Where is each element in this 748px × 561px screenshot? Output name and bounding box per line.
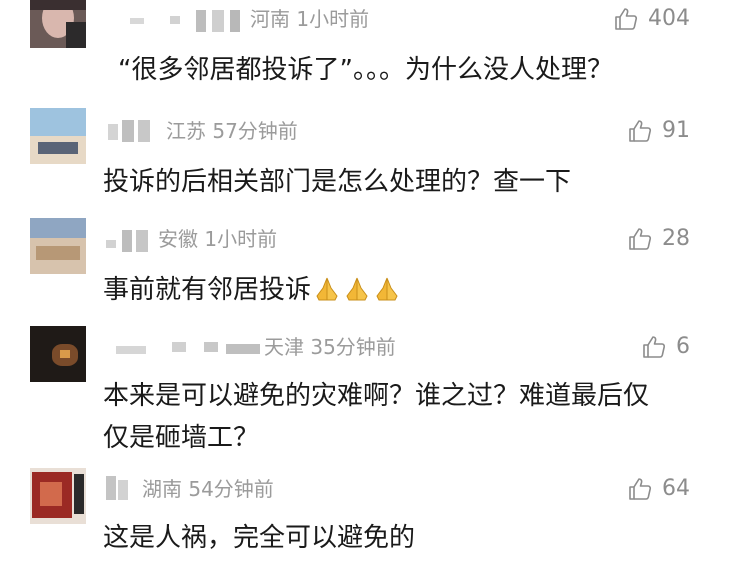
like-count: 28 (662, 226, 690, 251)
thumbs-up-icon (643, 336, 666, 358)
like-button[interactable]: 6 (643, 334, 690, 360)
comment-meta: 江苏 57分钟前 (166, 118, 298, 144)
username-blurred[interactable] (116, 338, 262, 358)
folded-hands-icon (346, 277, 368, 301)
comment-meta: 湖南 54分钟前 (142, 476, 274, 502)
thumbs-up-icon (629, 228, 652, 250)
comment-meta: 河南 1小时前 (250, 6, 369, 32)
comment-item: 安徽 1小时前 28 事前就有邻居投诉 (0, 218, 748, 318)
thumbs-up-icon (629, 120, 652, 142)
comment-meta: 安徽 1小时前 (158, 226, 277, 252)
location-label: 河南 (250, 7, 290, 31)
comment-meta: 天津 35分钟前 (264, 334, 396, 360)
location-label: 安徽 (158, 227, 198, 251)
comment-item: 江苏 57分钟前 91 投诉的后相关部门是怎么处理的？查一下 (0, 108, 748, 208)
like-count: 91 (662, 118, 690, 143)
comment-item: 湖南 54分钟前 64 这是人祸，完全可以避免的 (0, 468, 748, 561)
comment-item: 河南 1小时前 404 “很多邻居都投诉了”。。。为什么没人处理？ (0, 0, 748, 100)
location-label: 湖南 (142, 477, 182, 501)
avatar[interactable] (30, 108, 86, 164)
username-blurred[interactable] (130, 10, 240, 32)
like-button[interactable]: 91 (629, 118, 690, 144)
avatar[interactable] (30, 0, 86, 48)
time-label: 57分钟前 (212, 119, 298, 143)
comment-text: 这是人祸，完全可以避免的 (103, 523, 416, 553)
time-label: 35分钟前 (310, 335, 396, 359)
username-blurred[interactable] (106, 230, 150, 252)
like-count: 404 (648, 6, 690, 31)
comment-text-line2: 仅是砸墙工？ (103, 423, 260, 453)
folded-hands-icon (376, 277, 398, 301)
time-label: 1小时前 (296, 7, 370, 31)
location-label: 江苏 (166, 119, 206, 143)
comment-text: 投诉的后相关部门是怎么处理的？查一下 (103, 167, 572, 197)
comment-item: 天津 35分钟前 6 本来是可以避免的灾难啊？谁之过？难道最后仅 仅是砸墙工？ (0, 326, 748, 460)
avatar[interactable] (30, 326, 86, 382)
avatar[interactable] (30, 468, 86, 524)
comment-text-content: 事前就有邻居投诉 (103, 275, 312, 305)
location-label: 天津 (264, 335, 304, 359)
thumbs-up-icon (629, 478, 652, 500)
folded-hands-emoji (311, 275, 401, 305)
like-count: 64 (662, 476, 690, 501)
like-button[interactable]: 28 (629, 226, 690, 252)
comment-text: 事前就有邻居投诉 (103, 270, 401, 310)
thumbs-up-icon (615, 8, 638, 30)
like-button[interactable]: 64 (629, 476, 690, 502)
folded-hands-icon (316, 277, 338, 301)
time-label: 54分钟前 (188, 477, 274, 501)
username-blurred[interactable] (108, 120, 152, 142)
username-blurred[interactable] (106, 476, 132, 500)
comment-text: 本来是可以避免的灾难啊？谁之过？难道最后仅 (103, 381, 650, 411)
time-label: 1小时前 (204, 227, 278, 251)
like-button[interactable]: 404 (615, 6, 690, 32)
avatar[interactable] (30, 218, 86, 274)
comment-text: “很多邻居都投诉了”。。。为什么没人处理？ (118, 55, 613, 85)
like-count: 6 (676, 334, 690, 359)
